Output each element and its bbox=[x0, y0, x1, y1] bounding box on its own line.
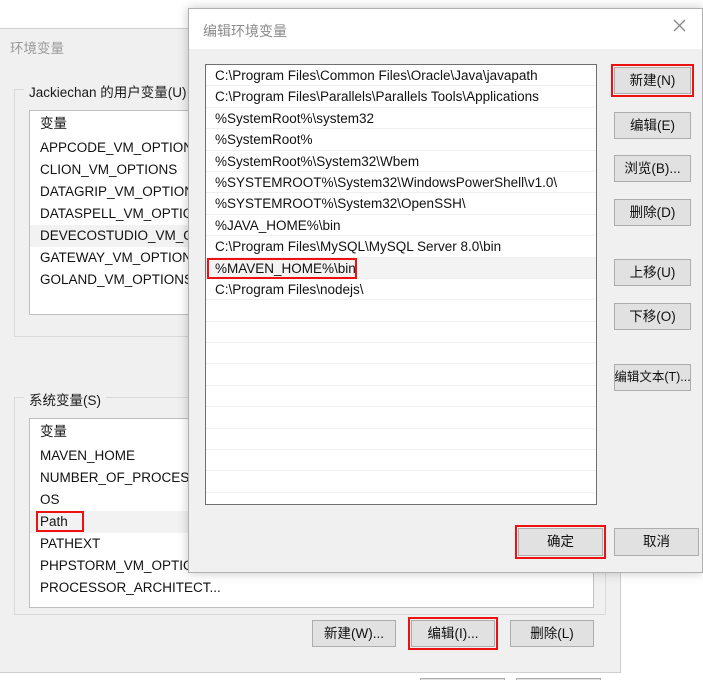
path-entry-row-empty[interactable] bbox=[206, 343, 596, 364]
path-entry-row[interactable]: C:\Program Files\Parallels\Parallels Too… bbox=[206, 86, 596, 107]
path-entry-row-empty[interactable] bbox=[206, 429, 596, 450]
edit-dialog-ok-button[interactable]: 确定 bbox=[518, 528, 603, 556]
path-entry-row[interactable]: %SYSTEMROOT%\System32\WindowsPowerShell\… bbox=[206, 172, 596, 193]
bg-dialog-title: 环境变量 bbox=[10, 37, 64, 57]
path-entry-row-empty[interactable] bbox=[206, 450, 596, 471]
path-entry-row-empty[interactable] bbox=[206, 407, 596, 428]
edit-dialog-titlebar: 编辑环境变量 bbox=[189, 9, 702, 49]
edit-path-button[interactable]: 编辑(E) bbox=[614, 112, 691, 139]
path-entry-row-empty[interactable] bbox=[206, 471, 596, 492]
system-variable-row-path-label: Path bbox=[40, 514, 68, 529]
browse-path-button[interactable]: 浏览(B)... bbox=[614, 155, 691, 182]
edit-dialog-cancel-button[interactable]: 取消 bbox=[614, 528, 699, 556]
path-entry-row-selected[interactable]: %MAVEN_HOME%\bin bbox=[206, 258, 596, 279]
path-entry-row-empty[interactable] bbox=[206, 386, 596, 407]
path-entry-row-empty[interactable] bbox=[206, 493, 596, 505]
path-entry-row[interactable]: C:\Program Files\MySQL\MySQL Server 8.0\… bbox=[206, 236, 596, 257]
path-entry-row[interactable]: C:\Program Files\nodejs\ bbox=[206, 279, 596, 300]
move-up-button[interactable]: 上移(U) bbox=[614, 259, 691, 286]
screen: 环境变量 Jackiechan 的用户变量(U) 变量 APPCODE_VM_O… bbox=[0, 0, 703, 680]
path-entry-row-empty[interactable] bbox=[206, 322, 596, 343]
edit-text-button[interactable]: 编辑文本(T)... bbox=[614, 364, 691, 391]
system-variable-row[interactable]: PROCESSOR_ARCHITECT... bbox=[30, 577, 593, 599]
path-entry-row[interactable]: %SystemRoot% bbox=[206, 129, 596, 150]
path-entry-row[interactable]: C:\Program Files\Common Files\Oracle\Jav… bbox=[206, 65, 596, 86]
system-delete-button[interactable]: 删除(L) bbox=[510, 620, 594, 647]
path-entry-row[interactable]: %SystemRoot%\system32 bbox=[206, 108, 596, 129]
system-variables-legend: 系统变量(S) bbox=[24, 389, 106, 409]
user-variables-legend: Jackiechan 的用户变量(U) bbox=[24, 81, 192, 101]
system-new-button[interactable]: 新建(W)... bbox=[312, 620, 396, 647]
new-path-button[interactable]: 新建(N) bbox=[614, 67, 691, 94]
delete-path-button[interactable]: 删除(D) bbox=[614, 199, 691, 226]
path-entry-row-empty[interactable] bbox=[206, 364, 596, 385]
edit-environment-variable-dialog: 编辑环境变量 C:\Program Files\Common Files\Ora… bbox=[188, 8, 703, 573]
system-edit-button[interactable]: 编辑(I)... bbox=[411, 620, 495, 647]
path-entry-row-empty[interactable] bbox=[206, 300, 596, 321]
path-entry-row[interactable]: %SystemRoot%\System32\Wbem bbox=[206, 151, 596, 172]
close-icon[interactable] bbox=[656, 9, 702, 41]
path-entry-row-selected-label: %MAVEN_HOME%\bin bbox=[215, 261, 356, 276]
path-entry-row[interactable]: %SYSTEMROOT%\System32\OpenSSH\ bbox=[206, 193, 596, 214]
edit-dialog-title: 编辑环境变量 bbox=[203, 21, 287, 41]
path-entries-list[interactable]: C:\Program Files\Common Files\Oracle\Jav… bbox=[205, 64, 597, 505]
path-entry-row[interactable]: %JAVA_HOME%\bin bbox=[206, 215, 596, 236]
move-down-button[interactable]: 下移(O) bbox=[614, 303, 691, 330]
